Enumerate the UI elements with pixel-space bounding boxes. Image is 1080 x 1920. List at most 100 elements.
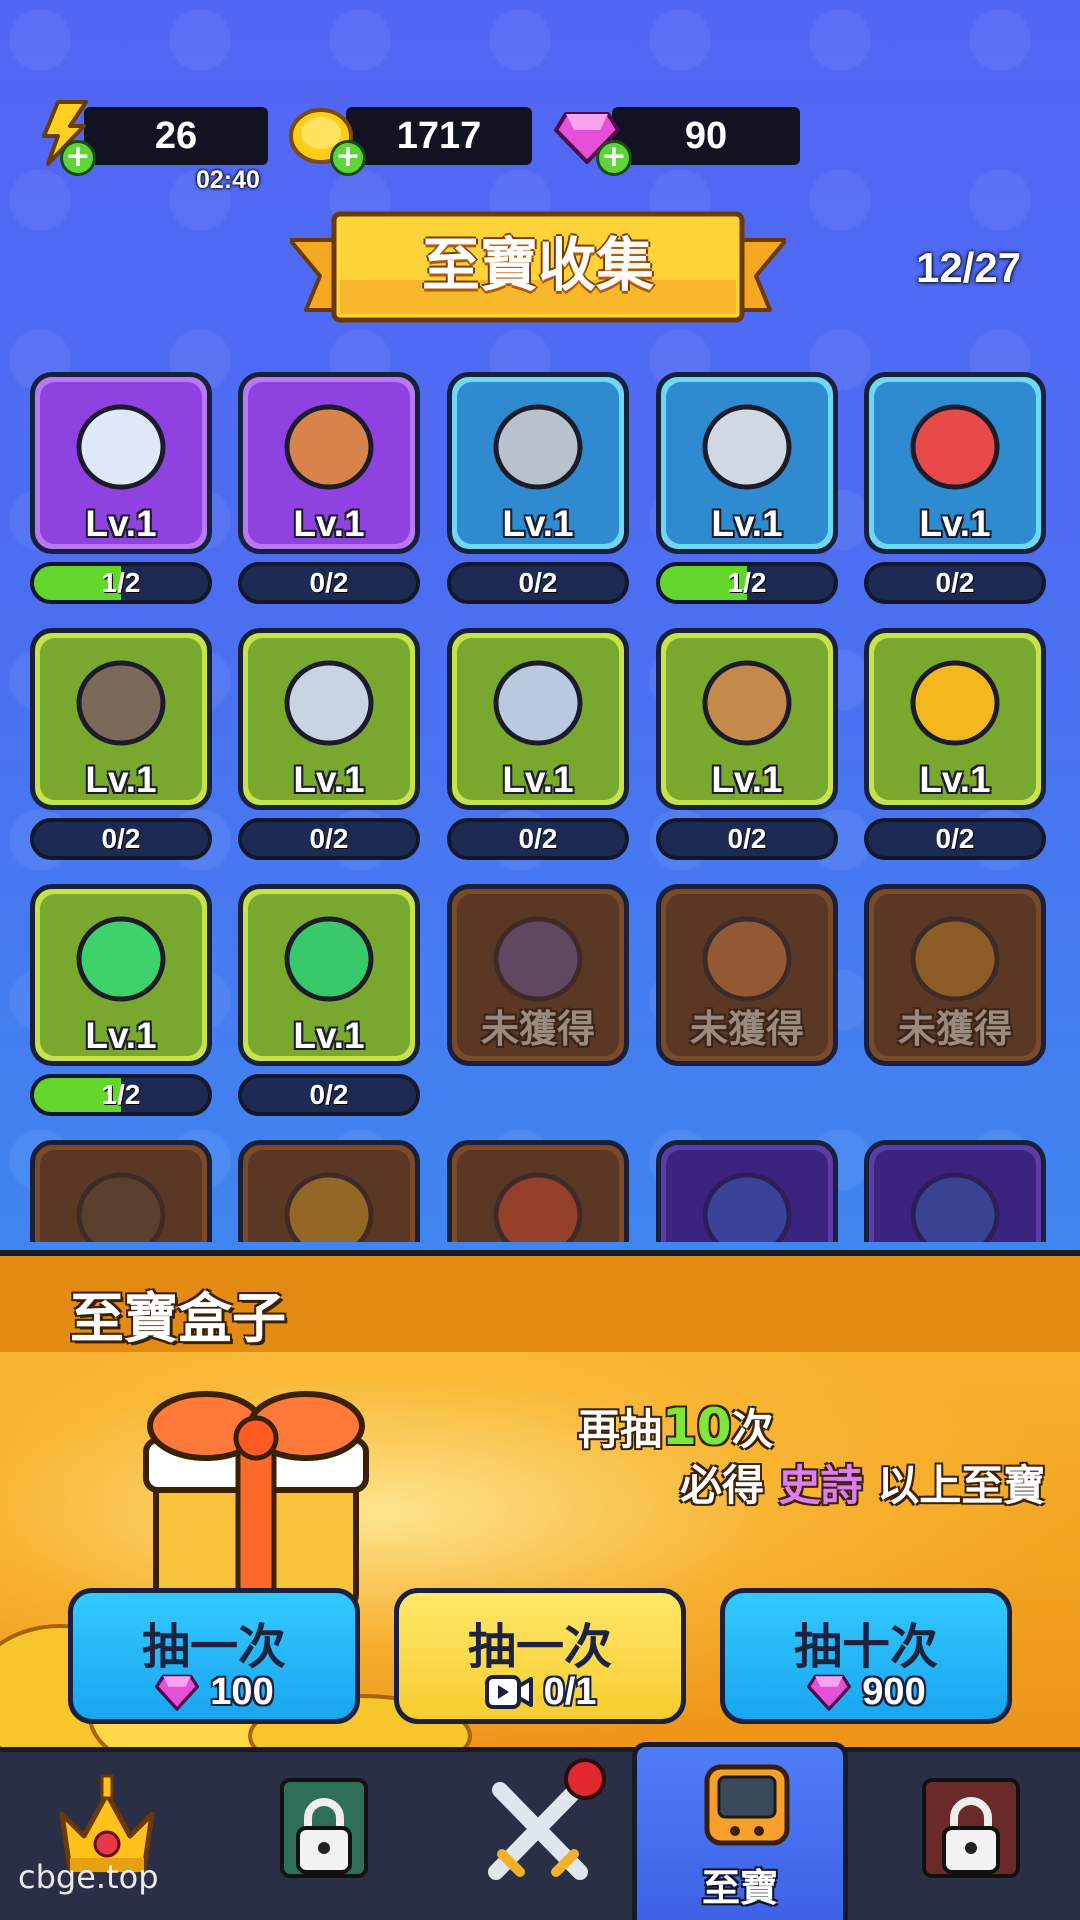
gold-emblem-icon: [284, 1172, 374, 1242]
nav-item-treasure[interactable]: 至寶: [632, 1742, 848, 1920]
treasure-progress-bar: 1/2: [30, 1074, 212, 1116]
treasure-card[interactable]: 未獲得: [656, 884, 838, 1066]
treasure-card[interactable]: Lv.1: [656, 372, 838, 554]
treasure-card[interactable]: [656, 1140, 838, 1242]
treasure-level: Lv.1: [919, 759, 991, 800]
treasure-card[interactable]: [864, 1140, 1046, 1242]
treasure-progress-bar: 1/2: [30, 562, 212, 604]
draw-button-label: 抽十次: [793, 1619, 938, 1675]
treasure-card[interactable]: Lv.1: [447, 372, 629, 554]
gift-box-icon: [143, 1391, 369, 1613]
treasure-box-panel: 至寶盒子 再抽10次 必得 史詩 以上至寶 抽一次 100 抽一次 0/1 抽十…: [0, 1250, 1080, 1756]
progress-text: 1/2: [101, 567, 141, 598]
progress-text: 0/2: [935, 823, 975, 854]
draw-cost-value: 100: [210, 1670, 274, 1713]
nav-item-locked-1[interactable]: [216, 1752, 432, 1920]
draw-ten-button[interactable]: 抽十次 900: [720, 1588, 1012, 1724]
promo-rarity: 史詩: [778, 1461, 863, 1510]
energy-counter[interactable]: 26: [84, 107, 268, 165]
treasure-card[interactable]: 未獲得: [864, 884, 1046, 1066]
treasure-progress-bar: 0/2: [447, 818, 629, 860]
treasure-progress-bar: 0/2: [238, 562, 420, 604]
treasure-card[interactable]: 未獲得: [447, 884, 629, 1066]
treasure-progress-bar: 0/2: [447, 562, 629, 604]
treasure-level: Lv.1: [85, 503, 157, 544]
gold-counter[interactable]: 1717: [346, 107, 532, 165]
collection-count: 12/27: [916, 244, 1022, 291]
add-gold-button[interactable]: +: [330, 140, 366, 176]
treasure-card[interactable]: Lv.1: [238, 372, 420, 554]
treasure-card[interactable]: Lv.1: [30, 628, 212, 810]
gem-counter[interactable]: 90: [612, 107, 800, 165]
dagger-icon: [702, 404, 792, 490]
promo-guarantee-prefix: 必得: [680, 1461, 765, 1510]
boost-scroll-icon: [493, 1172, 583, 1242]
treasure-grid: Lv.1 1/2 Lv.1 0/2 Lv.1 0/2 Lv.1 1/2 Lv.1 0/2 Lv.1 0…: [0, 360, 1080, 1242]
nav-item-locked-2[interactable]: [864, 1752, 1080, 1920]
treasure-card[interactable]: [447, 1140, 629, 1242]
energy-value: 26: [154, 114, 198, 157]
arrowhead-icon: [493, 404, 583, 490]
treasure-card[interactable]: Lv.1: [30, 372, 212, 554]
watermark: cbge.top: [18, 1858, 159, 1896]
scroll-icon: [284, 404, 374, 490]
flag-icon: [910, 1172, 1000, 1242]
treasure-card[interactable]: Lv.1: [30, 884, 212, 1066]
title-banner: 至寶收集: [290, 210, 786, 334]
gem-value: 90: [684, 114, 728, 157]
progress-text: 0/2: [518, 567, 558, 598]
promo-count: 10: [662, 1398, 732, 1456]
treasure-level: Lv.1: [85, 759, 157, 800]
treasure-card[interactable]: Lv.1: [238, 884, 420, 1066]
draw-cost-value: 900: [862, 1670, 926, 1713]
skull-icon: [910, 404, 1000, 490]
gold-value: 1717: [396, 114, 482, 157]
treasure-device-icon: [704, 1764, 790, 1846]
not-obtained-label: 未獲得: [689, 1007, 804, 1051]
treasure-progress-bar: 0/2: [864, 818, 1046, 860]
boot-icon: [76, 404, 166, 490]
turtle-shell-icon: [284, 916, 374, 1002]
treasure-card[interactable]: [30, 1140, 212, 1242]
treasure-card[interactable]: Lv.1: [447, 628, 629, 810]
treasure-card[interactable]: Lv.1: [656, 628, 838, 810]
progress-text: 1/2: [727, 567, 767, 598]
video-icon: [484, 1675, 533, 1709]
progress-text: 0/2: [309, 567, 349, 598]
draw-once-video-button[interactable]: 抽一次 0/1: [394, 1588, 686, 1724]
progress-text: 0/2: [935, 567, 975, 598]
treasure-level: Lv.1: [293, 759, 365, 800]
nav-label-treasure: 至寶: [701, 1866, 778, 1910]
add-energy-button[interactable]: +: [60, 140, 96, 176]
draw-button-cost: 100: [73, 1669, 355, 1715]
treasure-card[interactable]: Lv.1: [238, 628, 420, 810]
draw-once-gem-button[interactable]: 抽一次 100: [68, 1588, 360, 1724]
treasure-progress-bar: 0/2: [238, 1074, 420, 1116]
add-gem-button[interactable]: +: [596, 140, 632, 176]
treasure-progress-bar: 0/2: [30, 818, 212, 860]
treasure-progress-bar: 0/2: [656, 818, 838, 860]
draw-button-cost: 900: [725, 1669, 1007, 1715]
treasure-level: Lv.1: [502, 759, 574, 800]
bow-scroll-icon: [76, 916, 166, 1002]
castle-icon: [284, 660, 374, 746]
page-title: 至寶收集: [421, 231, 654, 299]
gem-icon: [807, 1674, 852, 1711]
draw-button-label: 抽一次: [467, 1619, 612, 1675]
progress-text: 1/2: [101, 1079, 141, 1110]
progress-text: 0/2: [101, 823, 141, 854]
progress-text: 0/2: [518, 823, 558, 854]
treasure-level: Lv.1: [293, 1015, 365, 1056]
treasure-card[interactable]: Lv.1: [864, 628, 1046, 810]
treasure-card[interactable]: Lv.1: [864, 372, 1046, 554]
lock-icon: [280, 1778, 368, 1878]
save-shield-icon: [702, 1172, 792, 1242]
nav-item-battle[interactable]: [432, 1752, 648, 1920]
drum-icon: [76, 660, 166, 746]
draw-button-label: 抽一次: [141, 1619, 286, 1675]
draw-button-cost: 0/1: [399, 1669, 681, 1715]
treasure-progress-bar: 0/2: [238, 818, 420, 860]
promo-line-1: 再抽10次: [578, 1396, 774, 1457]
treasure-card[interactable]: [238, 1140, 420, 1242]
energy-timer: 02:40: [196, 166, 260, 194]
